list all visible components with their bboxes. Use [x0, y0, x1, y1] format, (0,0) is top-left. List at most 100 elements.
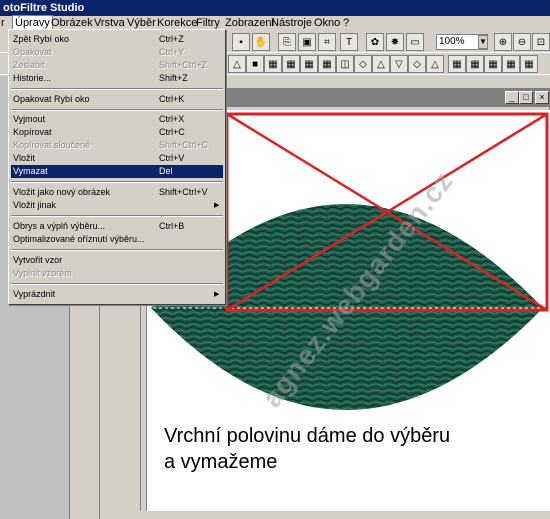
grid-icon-4[interactable]: ▦	[318, 55, 336, 73]
color-grid-icon-5[interactable]: ▦	[520, 55, 538, 73]
menu-item-optimized-crop[interactable]: Optimalizované oříznutí výběru...	[11, 233, 223, 246]
canvas-caption: Vrchní polovinu dáme do výběru a vymažem…	[164, 423, 450, 475]
crop-icon[interactable]: ⌗	[318, 33, 336, 51]
menu-item-label: Vyplnit vzorem	[13, 268, 72, 278]
menu-item-shortcut: Ctrl+Y	[159, 47, 185, 57]
menu-image[interactable]: Obrázek	[51, 16, 93, 30]
menu-item-shortcut: Ctrl+V	[159, 153, 185, 163]
screen-icon[interactable]: ▭	[406, 33, 424, 51]
color-grid-icon-2[interactable]: ▦	[466, 55, 484, 73]
menu-item-delete[interactable]: Vymazat Del	[11, 165, 223, 178]
menu-item-shortcut: Ctrl+K	[159, 94, 185, 104]
maximize-icon[interactable]: □	[519, 91, 533, 104]
menu-view[interactable]: Zobrazení	[225, 16, 275, 30]
menu-item-shortcut: Ctrl+X	[159, 114, 185, 124]
menu-item-shortcut: Shift+Ctrl+C	[159, 140, 209, 150]
menu-item-stroke-fill[interactable]: Obrys a výplň výběru... Ctrl+B	[11, 220, 223, 233]
menu-item-shortcut: Shift+Z	[159, 73, 188, 83]
tool-icon[interactable]: ✋	[252, 33, 270, 51]
fit-icon[interactable]: ▣	[298, 33, 316, 51]
star-icon[interactable]: ✸	[386, 33, 404, 51]
menu-item-paste-as-new[interactable]: Vložit jako nový obrázek Shift+Ctrl+V	[11, 186, 223, 199]
grid-icon[interactable]: ▦	[264, 55, 282, 73]
submenu-arrow-icon: ▶	[214, 202, 220, 209]
menu-separator	[11, 283, 223, 285]
close-icon[interactable]: ×	[535, 91, 549, 104]
menu-tools[interactable]: Nástroje	[271, 16, 312, 30]
menu-item-fill-pattern: Vyplnit vzorem	[11, 267, 223, 280]
menu-item-shortcut: Ctrl+Z	[159, 34, 184, 44]
grid-icon-2[interactable]: ▦	[282, 55, 300, 73]
menu-item-label: Optimalizované oříznutí výběru...	[13, 234, 145, 244]
drop-icon-2[interactable]: △	[372, 55, 390, 73]
menu-item-label: Vytvořit vzor	[13, 255, 63, 265]
palette-icon[interactable]: ✿	[366, 33, 384, 51]
menu-file-partial[interactable]: r	[1, 16, 5, 30]
zoom-out-icon[interactable]: ⊖	[513, 33, 531, 51]
sharpen-icon[interactable]: △	[228, 55, 246, 73]
menu-item-paste[interactable]: Vložit Ctrl+V	[11, 152, 223, 165]
caption-line-2: a vymažeme	[164, 451, 278, 473]
menu-separator	[11, 109, 223, 111]
submenu-arrow-icon: ▶	[214, 291, 220, 298]
menu-window[interactable]: Okno	[314, 16, 340, 30]
menu-item-copy[interactable]: Kopírovat Ctrl+C	[11, 126, 223, 139]
menu-separator	[11, 249, 223, 251]
menu-item-fade: Zeslabit Shift+Ctrl+Z	[11, 59, 223, 72]
menu-item-history[interactable]: Historie... Shift+Z	[11, 72, 223, 85]
text-icon[interactable]: T	[340, 33, 358, 51]
menu-item-shortcut: Del	[159, 166, 173, 176]
app-title-bar: otoFiltre Studio	[0, 0, 550, 16]
menu-item-label: Kopírovat	[13, 127, 52, 137]
color-grid-icon[interactable]: ▦	[448, 55, 466, 73]
menu-item-shortcut: Ctrl+B	[159, 221, 185, 231]
menu-item-shortcut: Shift+Ctrl+Z	[159, 60, 208, 70]
menu-item-shortcut: Ctrl+C	[159, 127, 185, 137]
caption-line-1: Vrchní polovinu dáme do výběru	[164, 425, 451, 447]
zoom-fit-icon[interactable]: ⊡	[532, 33, 550, 51]
app-title: otoFiltre Studio	[3, 2, 85, 14]
color-grid-icon-4[interactable]: ▦	[502, 55, 520, 73]
rgb-icon[interactable]: ■	[246, 55, 264, 73]
menu-item-define-pattern[interactable]: Vytvořit vzor	[11, 254, 223, 267]
menu-item-undo[interactable]: Zpět Rybí oko Ctrl+Z	[11, 33, 223, 46]
horizontal-scrollbar[interactable]	[140, 511, 550, 519]
menu-item-label: Historie...	[13, 73, 52, 83]
menu-bar: r Úpravy Obrázek Vrstva Výběr Korekce Fi…	[0, 15, 550, 31]
drop-icon-3[interactable]: ▽	[390, 55, 408, 73]
zoom-in-icon[interactable]: ⊕	[494, 33, 512, 51]
menu-separator	[11, 181, 223, 183]
columns-icon[interactable]: ◫	[336, 55, 354, 73]
chevron-down-icon[interactable]: ▼	[478, 35, 488, 49]
menu-item-redo: Opakovat Ctrl+Y	[11, 46, 223, 59]
drop-icon-5[interactable]: △	[426, 55, 444, 73]
drop-icon[interactable]: ◇	[354, 55, 372, 73]
grid-icon-3[interactable]: ▦	[300, 55, 318, 73]
minimize-icon[interactable]: _	[505, 91, 519, 104]
menu-item-copy-merged: Kopírovat sloučené Shift+Ctrl+C	[11, 139, 223, 152]
menu-filters[interactable]: Filtry	[196, 16, 220, 30]
menu-item-label: Vymazat	[13, 166, 48, 176]
menu-layer[interactable]: Vrstva	[94, 16, 125, 30]
menu-item-label: Vyprázdnit	[13, 289, 56, 299]
save-icon[interactable]: ▪	[232, 33, 250, 51]
edit-menu-dropdown: Zpět Rybí oko Ctrl+Z Opakovat Ctrl+Y Zesla…	[8, 29, 226, 305]
menu-item-paste-special[interactable]: Vložit jinak ▶	[11, 199, 223, 212]
menu-item-label: Kopírovat sloučené	[13, 140, 91, 150]
menu-item-shortcut: Shift+Ctrl+V	[159, 187, 208, 197]
menu-item-label: Vyjmout	[13, 114, 46, 124]
menu-item-label: Zeslabit	[13, 60, 45, 70]
menu-separator	[11, 88, 223, 90]
menu-item-label: Zpět Rybí oko	[13, 34, 70, 44]
color-grid-icon-3[interactable]: ▦	[484, 55, 502, 73]
menu-adjust[interactable]: Korekce	[157, 16, 197, 30]
menu-item-purge[interactable]: Vyprázdnit ▶	[11, 288, 223, 301]
menu-help[interactable]: ?	[343, 16, 349, 30]
menu-item-label: Obrys a výplň výběru...	[13, 221, 106, 231]
copy-icon[interactable]: ⎘	[278, 33, 296, 51]
drop-icon-4[interactable]: ◇	[408, 55, 426, 73]
menu-selection[interactable]: Výběr	[127, 16, 156, 30]
menu-item-label: Vložit jinak	[13, 200, 57, 210]
menu-item-repeat-fisheye[interactable]: Opakovat Rybí oko Ctrl+K	[11, 93, 223, 106]
menu-item-cut[interactable]: Vyjmout Ctrl+X	[11, 113, 223, 126]
